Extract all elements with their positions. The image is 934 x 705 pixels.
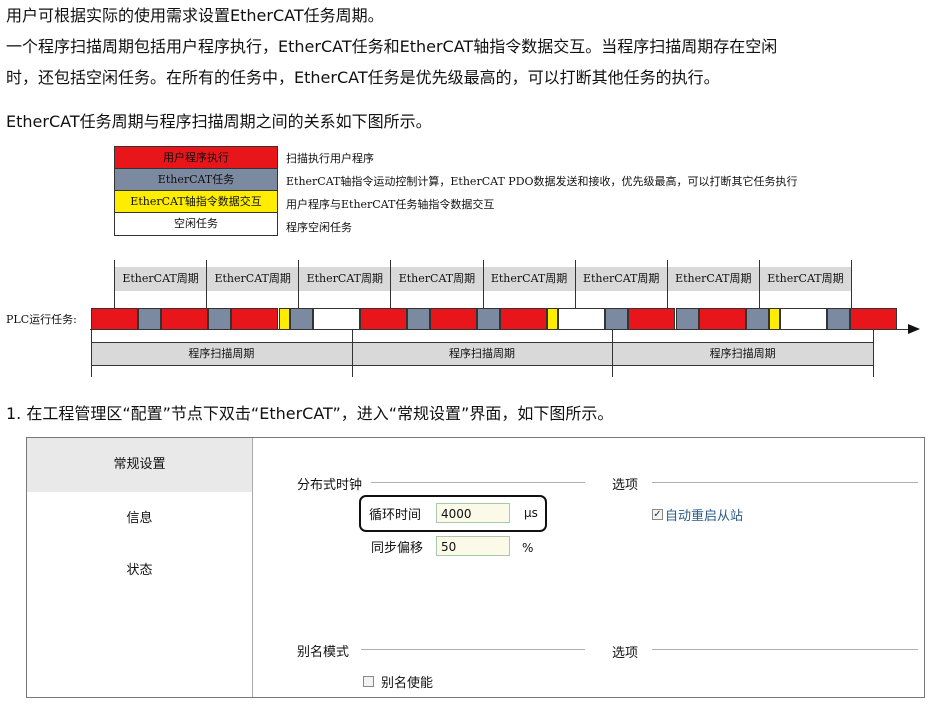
diagram-intro: EtherCAT任务周期与程序扫描周期之间的关系如下图所示。 (6, 112, 432, 131)
sync-offset-input[interactable]: 50 (436, 536, 510, 556)
ethercat-cycle-cell: EtherCAT周期 (207, 267, 300, 291)
task-segment-user (429, 308, 477, 330)
legend-axis-exchange-desc: 用户程序与EtherCAT任务轴指令数据交互 (286, 198, 495, 211)
task-segment-ecat (477, 308, 500, 330)
cycle-divider-line (351, 330, 353, 377)
options-group-title: 选项 (612, 478, 639, 493)
cycle-divider-line (873, 330, 874, 377)
cycle-divider-line (206, 260, 208, 308)
intro-line: 用户可根据实际的使用需求设置EtherCAT任务周期。 (6, 6, 384, 25)
ethercat-cycle-cell: EtherCAT周期 (391, 267, 484, 291)
task-segment-user (161, 308, 209, 330)
task-segment-ecat (208, 308, 232, 330)
sidebar-item-general[interactable]: 常规设置 (27, 438, 252, 492)
options-group-2-line (652, 649, 918, 650)
task-segment-user (849, 308, 897, 330)
scan-cycle-cell: 程序扫描周期 (709, 347, 776, 360)
task-segment-user (500, 308, 548, 330)
cycle-divider-line (574, 260, 576, 308)
sidebar-item-info[interactable]: 信息 (27, 492, 252, 546)
step-1-instruction: 1. 在工程管理区“配置”节点下双击“EtherCAT”，进入“常规设置”界面，… (6, 404, 614, 423)
task-segment-ecat (675, 308, 699, 330)
task-segment-user (91, 308, 139, 330)
options-group-2-title: 选项 (612, 646, 639, 661)
time-axis-arrow-icon (908, 324, 920, 334)
ethercat-cycle-cell: EtherCAT周期 (299, 267, 392, 291)
legend-ethercat-task: EtherCAT任务 (115, 169, 277, 191)
task-segment-ecat (745, 308, 769, 330)
options-group-line (652, 482, 918, 483)
task-segment-user (628, 308, 676, 330)
cycle-divider-line (114, 260, 115, 308)
time-axis-line (90, 329, 910, 330)
task-segment-idle (558, 308, 606, 330)
alias-enable-label[interactable]: 别名使能 (381, 672, 433, 691)
scan-desc-line1: 一个程序扫描周期包括用户程序执行，EtherCAT任务和EtherCAT轴指令数… (6, 37, 778, 56)
task-segment-ecat (406, 308, 430, 330)
ethercat-cycle-cell: EtherCAT周期 (668, 267, 760, 291)
legend-user-program: 用户程序执行 (115, 147, 277, 169)
cycle-divider-line (851, 260, 852, 308)
ethercat-config-panel: 常规设置 信息 状态 分布式时钟 选项 循环时间 4000 μs 同步偏移 50… (26, 437, 925, 698)
legend-idle-task: 空闲任务 (115, 213, 277, 235)
cycle-divider-line (758, 260, 760, 308)
legend-ethercat-task-label: EtherCAT任务 (157, 173, 235, 186)
auto-restart-checkbox[interactable]: ✓ (652, 509, 663, 520)
task-segment-user (231, 308, 279, 330)
alias-group-title: 别名模式 (297, 645, 350, 660)
legend-ethercat-task-desc: EtherCAT轴指令运动控制计算，EtherCAT PDO数据发送和接收，优先… (286, 175, 798, 188)
dc-group-title: 分布式时钟 (297, 478, 363, 493)
plc-task-label: PLC运行任务: (6, 313, 77, 326)
task-segment-ecat (289, 308, 313, 330)
task-legend: 用户程序执行 EtherCAT任务 EtherCAT轴指令数据交互 空闲任务 (114, 146, 278, 236)
cycle-time-label: 循环时间 (369, 508, 422, 523)
cycle-divider-line (91, 330, 92, 377)
auto-restart-label[interactable]: 自动重启从站 (665, 505, 743, 524)
sync-offset-unit: % (522, 541, 534, 555)
cycle-divider-line (612, 330, 614, 377)
task-segment-user (359, 308, 407, 330)
scan-desc-line2: 时，还包括空闲任务。在所有的任务中，EtherCAT任务是优先级最高的，可以打断… (6, 68, 720, 87)
legend-idle-task-desc: 程序空闲任务 (286, 221, 352, 234)
cycle-time-unit: μs (524, 506, 538, 520)
task-segment-ecat (605, 308, 629, 330)
cycle-divider-line (298, 260, 300, 308)
task-segment-ecat (138, 308, 162, 330)
cycle-divider-line (390, 260, 392, 308)
task-segment-user (698, 308, 746, 330)
legend-axis-exchange-label: EtherCAT轴指令数据交互 (130, 195, 262, 208)
scan-cycle-bar: 程序扫描周期 程序扫描周期 程序扫描周期 (91, 342, 873, 366)
cycle-divider-line (666, 260, 668, 308)
legend-user-program-label: 用户程序执行 (163, 151, 229, 164)
task-segment-idle (779, 308, 827, 330)
scan-cycle-cell: 程序扫描周期 (188, 347, 255, 360)
config-sidebar: 常规设置 信息 状态 (27, 438, 253, 697)
cycle-divider-line (482, 260, 484, 308)
task-segment-ecat (826, 308, 850, 330)
ethercat-cycle-cell: EtherCAT周期 (484, 267, 576, 291)
task-segment-axis (547, 308, 559, 330)
legend-user-program-desc: 扫描执行用户程序 (286, 152, 374, 165)
legend-idle-task-label: 空闲任务 (174, 217, 218, 230)
task-segment-axis (278, 308, 290, 330)
alias-group-line (361, 649, 585, 650)
sidebar-item-status[interactable]: 状态 (27, 544, 252, 598)
scan-cycle-cell: 程序扫描周期 (448, 347, 515, 360)
sync-offset-label: 同步偏移 (371, 541, 424, 556)
cycle-time-input[interactable]: 4000 (436, 503, 510, 523)
task-segment-idle (312, 308, 360, 330)
alias-enable-checkbox[interactable] (363, 676, 374, 687)
ethercat-cycle-cell: EtherCAT周期 (760, 267, 852, 291)
dc-group-line (371, 482, 585, 483)
legend-axis-exchange: EtherCAT轴指令数据交互 (115, 191, 277, 213)
task-segment-axis (768, 308, 780, 330)
ethercat-cycle-cell: EtherCAT周期 (576, 267, 668, 291)
ethercat-cycle-cell: EtherCAT周期 (115, 267, 208, 291)
